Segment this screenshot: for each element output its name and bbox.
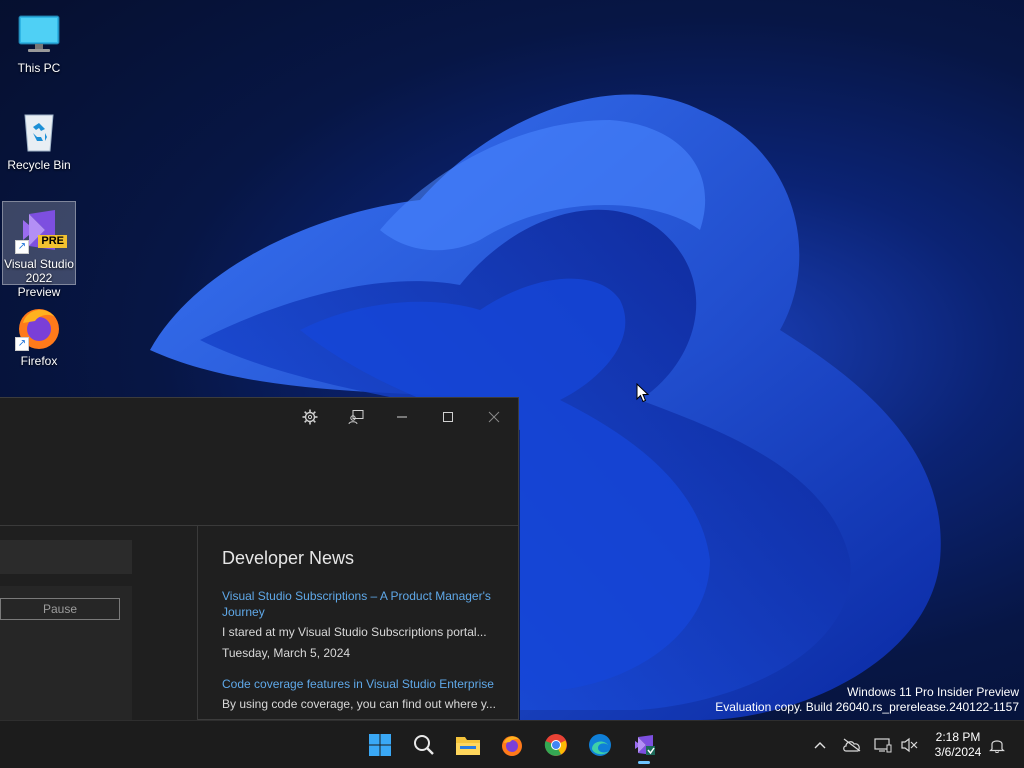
- watermark-line-2: Evaluation copy. Build 26040.rs_prerelea…: [715, 700, 1019, 714]
- onedrive-icon[interactable]: [840, 721, 864, 768]
- desktop-icon-visual-studio-preview[interactable]: PRE ↗ Visual Studio 2022 Preview: [2, 201, 76, 299]
- maximize-icon[interactable]: [425, 398, 471, 436]
- left-pane-header: [0, 540, 132, 574]
- desktop-icon-firefox[interactable]: ↗ Firefox: [2, 299, 76, 368]
- chevron-up-icon[interactable]: [808, 721, 832, 768]
- edge-icon[interactable]: [580, 725, 620, 765]
- notification-bell-icon[interactable]: [986, 721, 1008, 768]
- taskbar-clock[interactable]: 2:18 PM 3/6/2024: [928, 730, 988, 760]
- visual-studio-preview-icon: PRE ↗: [15, 206, 67, 254]
- window-titlebar[interactable]: [0, 398, 518, 436]
- pre-badge: PRE: [38, 235, 67, 248]
- news-item-description: I stared at my Visual Studio Subscriptio…: [222, 625, 487, 639]
- desktop-icon-recycle-bin[interactable]: Recycle Bin: [2, 103, 76, 172]
- firefox-icon: ↗: [15, 303, 63, 351]
- desktop-icon-this-pc[interactable]: This PC: [2, 6, 76, 75]
- pause-button[interactable]: Pause: [0, 598, 120, 620]
- volume-muted-icon[interactable]: [898, 721, 920, 768]
- shortcut-arrow-icon: ↗: [15, 337, 29, 351]
- file-explorer-icon[interactable]: [448, 725, 488, 765]
- network-icon[interactable]: [872, 721, 894, 768]
- minimize-icon[interactable]: [379, 398, 425, 436]
- developer-news-heading: Developer News: [222, 548, 355, 568]
- search-icon[interactable]: [404, 725, 444, 765]
- shortcut-arrow-icon: ↗: [15, 240, 29, 254]
- visual-studio-window: Pause Developer News Visual Studio Subsc…: [0, 397, 519, 721]
- firefox-icon[interactable]: [492, 725, 532, 765]
- gear-icon[interactable]: [287, 398, 333, 436]
- recycle-bin-icon: [15, 107, 63, 155]
- visual-studio-icon[interactable]: [624, 725, 664, 765]
- window-header-area: [0, 436, 518, 526]
- news-item-date: Tuesday, March 5, 2024: [222, 646, 351, 660]
- news-item-link[interactable]: Visual Studio Subscriptions – A Product …: [222, 588, 507, 620]
- chrome-icon[interactable]: [536, 725, 576, 765]
- desktop-icon-label: Recycle Bin: [7, 158, 71, 172]
- desktop-icon-label: Visual Studio 2022 Preview: [4, 257, 74, 299]
- mouse-cursor-icon: [636, 383, 650, 403]
- watermark-line-1: Windows 11 Pro Insider Preview: [847, 685, 1019, 699]
- desktop-icon-label: This PC: [17, 61, 61, 75]
- left-pane-card: Pause: [0, 586, 132, 721]
- clock-time: 2:18 PM: [935, 730, 981, 744]
- feedback-icon[interactable]: [333, 398, 379, 436]
- start-icon[interactable]: [360, 725, 400, 765]
- monitor-icon: [15, 10, 63, 58]
- windows-watermark: Windows 11 Pro Insider Preview Evaluatio…: [715, 685, 1019, 715]
- close-icon[interactable]: [471, 398, 517, 436]
- taskbar: 2:18 PM 3/6/2024: [0, 720, 1024, 768]
- left-pane: Pause: [0, 526, 198, 721]
- desktop-icon-label: Firefox: [20, 354, 58, 368]
- clock-date: 3/6/2024: [934, 745, 982, 759]
- developer-news-panel: Developer News Visual Studio Subscriptio…: [222, 548, 507, 712]
- news-item-description: By using code coverage, you can find out…: [222, 697, 496, 711]
- news-item-link[interactable]: Code coverage features in Visual Studio …: [222, 676, 507, 692]
